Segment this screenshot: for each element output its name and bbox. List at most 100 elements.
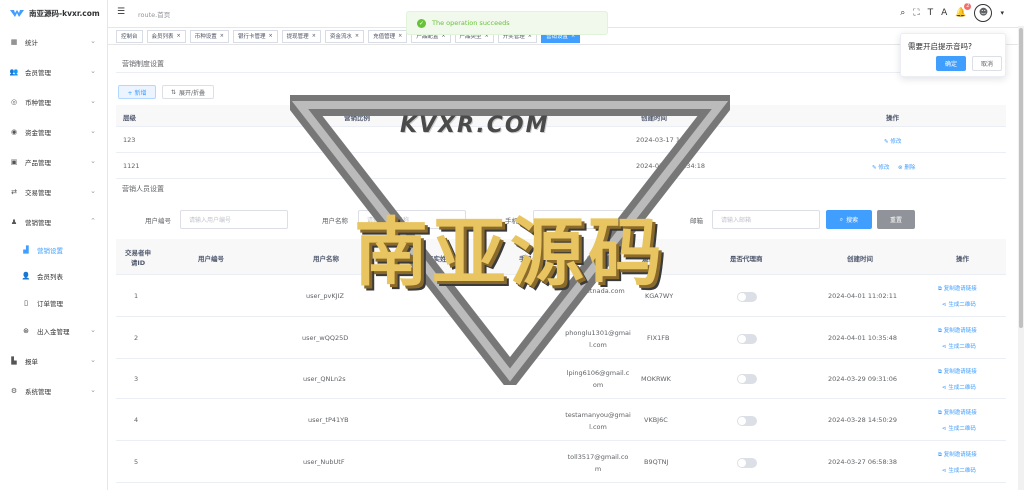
copy-invite-link[interactable]: ⧉ 复制邀请链接 xyxy=(938,284,977,293)
user-cell: user_tP41YB xyxy=(308,416,349,424)
sidebar-item-label: 交易管理 xyxy=(25,189,51,197)
success-toast: ✓ The operation succeeds xyxy=(406,11,608,35)
search-icon[interactable]: ⌕ xyxy=(900,8,905,18)
avatar[interactable]: ☻ xyxy=(974,4,993,22)
translate-icon[interactable]: A xyxy=(941,8,947,18)
close-icon[interactable]: × xyxy=(268,33,272,39)
sidebar-item-stats[interactable]: ▦ 统计 ⌄ xyxy=(0,34,108,50)
generate-qr-link[interactable]: ⋖ 生成二维码 xyxy=(942,342,976,350)
sidebar-item-label: 营销管理 xyxy=(25,219,51,227)
close-icon[interactable]: × xyxy=(220,33,224,39)
table-row: 4 user_tP41YB testamanyou@gmail.com VKBJ… xyxy=(116,399,1006,441)
column-header: 用户编号 xyxy=(198,255,224,263)
copy-invite-link[interactable]: ⧉ 复制邀请链接 xyxy=(938,408,977,417)
chevron-down-icon[interactable]: ▾ xyxy=(1000,9,1004,17)
confirm-button[interactable]: 确定 xyxy=(936,56,966,71)
tab-recharge[interactable]: 充值管理 × xyxy=(368,29,408,43)
copy-label: 复制邀请链接 xyxy=(943,452,977,458)
expand-toggle-button[interactable]: ⇅ 展开/折叠 xyxy=(162,85,214,99)
sidebar-item-deposits[interactable]: ⊛ 出入金管理 ⌄ xyxy=(0,323,108,339)
search-button[interactable]: ⌕ 搜索 xyxy=(826,210,872,229)
agent-switch[interactable] xyxy=(737,416,757,426)
tab-console[interactable]: 控制台 xyxy=(116,29,143,43)
table-row: 1121 2024-03-16 12:34:18 ✎ 修改 ⊗ 删除 xyxy=(116,153,1006,179)
user-cell: user_NubUtF xyxy=(303,458,345,466)
generate-qr-link[interactable]: ⋖ 生成二维码 xyxy=(942,424,976,432)
close-icon[interactable]: × xyxy=(312,33,316,39)
edit-link[interactable]: ✎ 修改 xyxy=(872,163,889,171)
table-row: 123 2024-03-17 18:34:29 ✎ 修改 xyxy=(116,127,1006,153)
bell-icon[interactable]: 🔔 2 xyxy=(955,3,972,18)
user-cell: user_wQQ25D xyxy=(302,334,349,342)
user-icon: 👤 xyxy=(21,272,31,280)
level-cell: 123 xyxy=(123,136,136,144)
sidebar-item-reports[interactable]: ▙ 报单 ⌄ xyxy=(0,353,108,369)
close-icon[interactable]: × xyxy=(355,33,359,39)
column-header: 邮箱 xyxy=(587,255,600,263)
sidebar-item-products[interactable]: ▣ 产品管理 ⌄ xyxy=(0,154,108,170)
fullscreen-icon[interactable]: ⛶ xyxy=(913,8,919,18)
copy-invite-link[interactable]: ⧉ 复制邀请链接 xyxy=(938,367,977,376)
sidebar-item-funds[interactable]: ◉ 资金管理 ⌄ xyxy=(0,124,108,140)
generate-qr-link[interactable]: ⋖ 生成二维码 xyxy=(942,300,976,308)
qr-label: 生成二维码 xyxy=(948,426,976,432)
time-cell: 2024-04-01 11:02:11 xyxy=(828,292,898,300)
tab-fund-flow[interactable]: 资金流水 × xyxy=(324,29,365,43)
agent-switch[interactable] xyxy=(737,292,757,302)
scrollbar-thumb[interactable] xyxy=(1019,28,1023,328)
tab-currency[interactable]: 币种设置 × xyxy=(189,29,229,43)
add-button[interactable]: + 新增 xyxy=(118,85,156,99)
email-cell: lping6106@gmail.com xyxy=(566,369,630,389)
column-header: 用户名称 xyxy=(313,255,339,263)
copy-invite-link[interactable]: ⧉ 复制邀请链接 xyxy=(938,450,977,459)
header-actions: ⌕ ⛶ T A 🔔 2 ☻ ▾ xyxy=(900,3,1024,23)
sidebar-item-marketing-settings[interactable]: ▟ 营销设置 xyxy=(0,242,108,258)
close-icon[interactable]: × xyxy=(398,33,402,39)
app-logo[interactable]: 南亚源码-kvxr.com xyxy=(0,0,107,26)
tab-label: 资金流水 xyxy=(329,34,352,40)
user-name-input[interactable]: 请输入用户名称 xyxy=(358,210,466,229)
user-cell: user_pvKJIZ xyxy=(306,292,344,300)
agent-switch[interactable] xyxy=(737,334,757,344)
time-cell: 2024-03-16 12:34:18 xyxy=(636,162,706,170)
phone-input[interactable] xyxy=(533,210,641,229)
tab-withdraw[interactable]: 提现管理 × xyxy=(281,29,321,43)
tab-bank-card[interactable]: 银行卡管理 × xyxy=(232,29,278,43)
email-input[interactable]: 请输入邮箱 xyxy=(712,210,820,229)
cancel-button[interactable]: 取消 xyxy=(972,56,1002,71)
sidebar-item-currency[interactable]: ◎ 币种管理 ⌄ xyxy=(0,94,108,110)
close-icon[interactable]: × xyxy=(177,33,181,39)
user-id-input[interactable]: 请输入用户编号 xyxy=(180,210,288,229)
sidebar-item-members[interactable]: 👥 会员管理 ⌄ xyxy=(0,64,108,80)
edit-link[interactable]: ✎ 修改 xyxy=(884,137,901,145)
coin-icon: ◎ xyxy=(10,98,18,106)
chevron-down-icon: ⌄ xyxy=(90,157,96,165)
agent-switch[interactable] xyxy=(737,374,757,384)
sidebar-item-marketing[interactable]: ♟ 营销管理 ⌃ xyxy=(0,214,108,230)
chart-icon: ▦ xyxy=(10,38,18,46)
sidebar-item-system[interactable]: ⚙ 系统管理 ⌄ xyxy=(0,383,108,399)
sidebar-item-orders[interactable]: ▯ 订单管理 xyxy=(0,295,108,311)
delete-link[interactable]: ⊗ 删除 xyxy=(898,163,915,171)
table-row: 5 user_NubUtF toll3517@gmail.com B9QTNJ … xyxy=(116,441,1006,483)
breadcrumb[interactable]: route.首页 xyxy=(138,9,170,19)
reset-button[interactable]: 重置 xyxy=(877,210,915,229)
copy-invite-link[interactable]: ⧉ 复制邀请链接 xyxy=(938,326,977,335)
id-cell: 2 xyxy=(134,334,139,342)
font-size-icon[interactable]: T xyxy=(928,8,934,18)
tab-member-list[interactable]: 会员列表 × xyxy=(146,29,186,43)
menu-fold-icon[interactable]: ☰ xyxy=(117,7,125,17)
generate-qr-link[interactable]: ⋖ 生成二维码 xyxy=(942,466,976,474)
sidebar-item-label: 资金管理 xyxy=(25,129,51,137)
id-cell: 4 xyxy=(134,416,139,424)
exchange-icon: ⇄ xyxy=(11,188,17,196)
column-header: 层级 xyxy=(123,114,136,122)
generate-qr-link[interactable]: ⋖ 生成二维码 xyxy=(942,383,976,391)
report-icon: ▙ xyxy=(11,357,17,365)
user-cell: user_QNLn2s xyxy=(303,375,346,383)
sidebar-item-member-list[interactable]: 👤 会员列表 xyxy=(0,268,108,284)
agent-switch[interactable] xyxy=(737,458,757,468)
sidebar-item-trades[interactable]: ⇄ 交易管理 ⌄ xyxy=(0,184,108,200)
chevron-down-icon: ⌄ xyxy=(90,37,96,45)
search-icon: ⌕ xyxy=(839,215,844,223)
